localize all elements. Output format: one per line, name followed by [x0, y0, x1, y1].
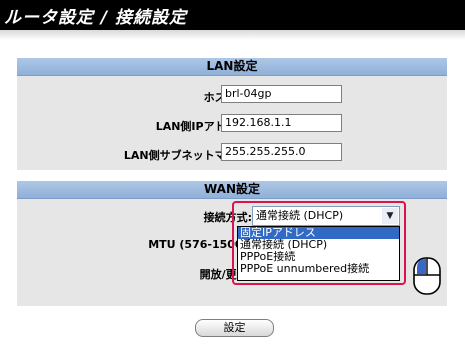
title-shadow — [0, 30, 465, 40]
title-bar: ルータ設定 / 接続設定 — [0, 0, 465, 30]
lan-panel-title: LAN設定 — [17, 58, 447, 76]
submit-button[interactable]: 設定 — [195, 319, 274, 337]
wan-panel-title: WAN設定 — [17, 181, 447, 199]
lan-ip-input[interactable]: 192.168.1.1 — [221, 114, 342, 132]
annotation-highlight — [232, 201, 406, 285]
mouse-icon — [413, 257, 441, 295]
lan-subnet-input[interactable]: 255.255.255.0 — [221, 143, 342, 161]
hostname-input[interactable]: brl-04gp — [221, 85, 342, 103]
page-title: ルータ設定 / 接続設定 — [4, 8, 188, 28]
